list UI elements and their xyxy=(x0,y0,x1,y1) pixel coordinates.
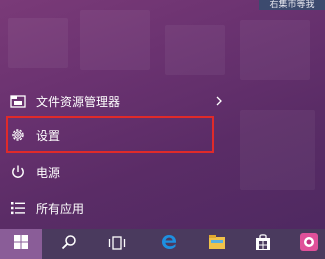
folder-icon xyxy=(10,93,26,109)
start-menu-item-file-explorer[interactable]: 文件资源管理器 xyxy=(0,87,228,115)
start-menu-item-label: 文件资源管理器 xyxy=(36,94,121,109)
store-button[interactable] xyxy=(244,229,282,259)
search-icon xyxy=(61,234,77,254)
search-button[interactable] xyxy=(50,229,88,259)
start-menu-item-label: 电源 xyxy=(36,165,61,180)
start-button[interactable] xyxy=(0,229,42,259)
windows-logo-icon xyxy=(13,234,29,254)
file-explorer-button[interactable] xyxy=(198,229,236,259)
edge-button[interactable] xyxy=(150,229,188,259)
start-menu-item-all-apps[interactable]: 所有应用 xyxy=(0,194,228,222)
app-button[interactable] xyxy=(292,229,325,259)
edge-icon xyxy=(160,233,178,255)
taskbar xyxy=(0,229,325,259)
list-icon xyxy=(10,200,26,216)
file-explorer-icon xyxy=(208,234,226,254)
start-menu-item-power[interactable]: 电源 xyxy=(0,158,228,186)
power-icon xyxy=(10,164,26,180)
background-tile xyxy=(8,18,68,68)
background-tile xyxy=(240,20,310,80)
desktop-screen: 右集市等我 文件资源管理器 设置 电源 所有应用 xyxy=(0,0,325,259)
task-view-button[interactable] xyxy=(98,229,136,259)
top-badge: 右集市等我 xyxy=(259,0,325,10)
chevron-right-icon[interactable] xyxy=(214,95,224,107)
highlight-box xyxy=(6,116,214,153)
background-tile xyxy=(80,10,150,70)
store-icon xyxy=(255,233,271,255)
background-tile xyxy=(165,25,225,75)
task-view-icon xyxy=(108,235,126,254)
background-tile xyxy=(240,110,315,190)
start-menu-item-label: 所有应用 xyxy=(36,201,85,216)
app-icon xyxy=(299,232,319,256)
